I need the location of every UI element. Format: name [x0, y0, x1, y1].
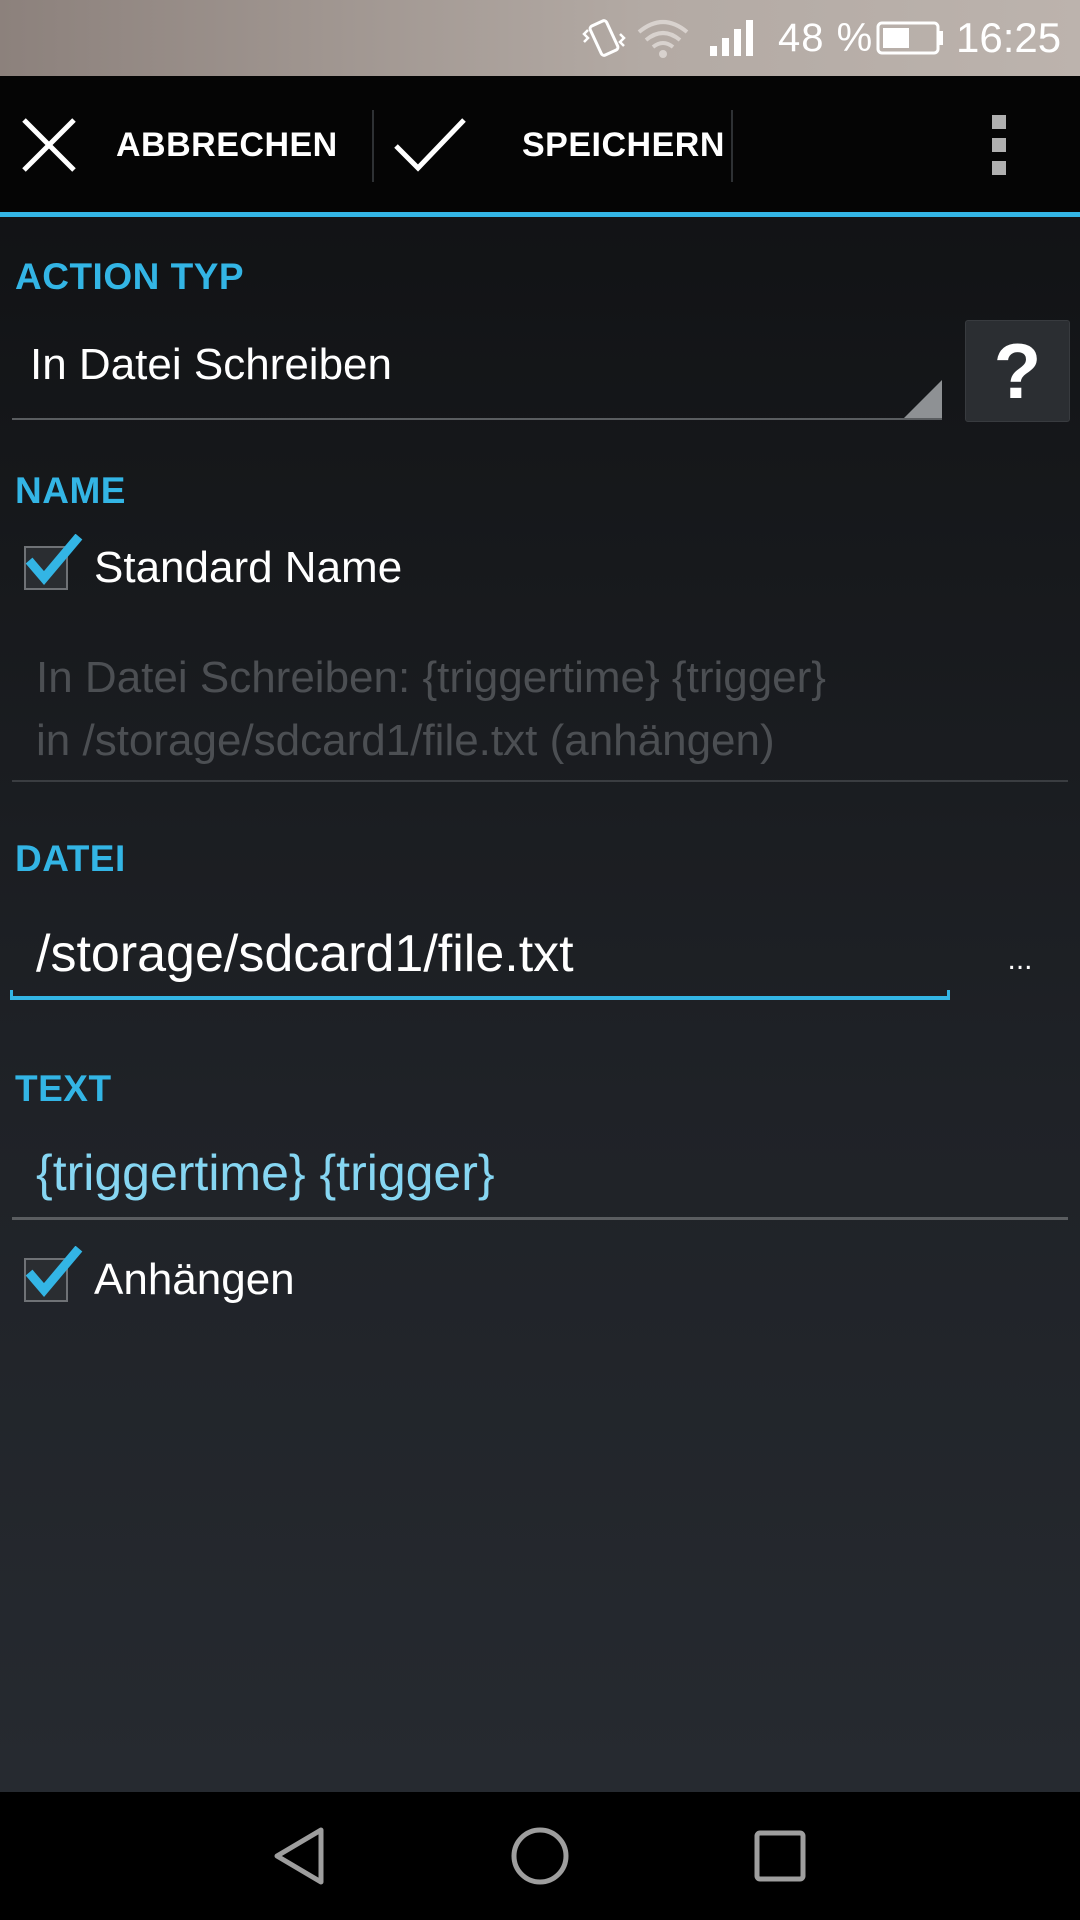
action-bar-divider — [372, 110, 374, 182]
text-header: TEXT — [15, 1068, 112, 1109]
checkmark-icon — [25, 1246, 83, 1297]
app-screen: 48 % 16:25 ABBRECHEN SPEICHERN ACTION TY… — [0, 0, 1080, 1920]
text-value: {triggertime} {trigger} — [36, 1145, 495, 1201]
wifi-icon — [636, 0, 690, 76]
help-label: ? — [993, 326, 1042, 415]
save-button[interactable]: SPEICHERN — [392, 76, 732, 214]
action-bar-accent-line — [0, 212, 1080, 217]
cancel-button[interactable]: ABBRECHEN — [20, 76, 372, 214]
save-label: SPEICHERN — [522, 125, 725, 164]
file-path-input[interactable]: /storage/sdcard1/file.txt — [10, 912, 950, 1000]
name-field[interactable]: In Datei Schreiben: {triggertime} {trigg… — [12, 640, 1068, 782]
checkbox-box — [24, 1246, 83, 1302]
battery-icon — [876, 0, 946, 76]
text-field-underline — [12, 1217, 1068, 1220]
append-checkbox[interactable]: Anhängen — [24, 1246, 295, 1310]
spinner-underline — [12, 418, 942, 420]
name-field-text: In Datei Schreiben: {triggertime} {trigg… — [36, 646, 1056, 772]
checkbox-box — [24, 534, 83, 590]
file-path-underline — [10, 990, 950, 1000]
back-button[interactable] — [240, 1792, 360, 1920]
clock: 16:25 — [956, 14, 1062, 61]
default-name-label: Standard Name — [94, 543, 403, 592]
back-icon — [274, 1827, 324, 1885]
file-path-value: /storage/sdcard1/file.txt — [36, 925, 574, 983]
spinner-dropdown-icon — [904, 380, 942, 418]
help-button[interactable]: ? — [965, 320, 1070, 422]
browse-file-button[interactable]: ... — [990, 940, 1050, 980]
vibrate-icon — [582, 0, 626, 76]
status-bar: 48 % 16:25 — [0, 0, 1080, 76]
home-button[interactable] — [480, 1792, 600, 1920]
action-bar: ABBRECHEN SPEICHERN — [0, 76, 1080, 214]
recents-button[interactable] — [720, 1792, 840, 1920]
name-header: NAME — [15, 470, 126, 511]
overflow-menu-button[interactable] — [970, 76, 1030, 214]
home-icon — [511, 1827, 569, 1885]
checkmark-icon — [394, 118, 466, 172]
cancel-label: ABBRECHEN — [116, 125, 338, 164]
name-value-line2: in /storage/sdcard1/file.txt (anhängen) — [36, 716, 775, 765]
battery-percent: 48 % — [778, 15, 874, 60]
checkmark-icon — [25, 534, 83, 585]
action-type-header: ACTION TYP — [15, 256, 245, 297]
name-field-underline — [12, 780, 1068, 782]
file-header: DATEI — [15, 838, 126, 879]
name-value-line1: In Datei Schreiben: {triggertime} {trigg… — [36, 653, 827, 702]
text-input[interactable]: {triggertime} {trigger} — [12, 1132, 1068, 1220]
append-label: Anhängen — [94, 1255, 295, 1304]
action-type-value: In Datei Schreiben — [30, 340, 392, 389]
close-icon — [22, 118, 76, 172]
action-type-spinner[interactable]: In Datei Schreiben — [12, 318, 942, 420]
default-name-checkbox[interactable]: Standard Name — [24, 534, 403, 598]
overflow-menu-icon — [992, 115, 1006, 175]
action-bar-divider — [731, 110, 733, 182]
recents-icon — [754, 1830, 806, 1882]
navigation-bar — [0, 1792, 1080, 1920]
signal-icon — [708, 0, 758, 76]
